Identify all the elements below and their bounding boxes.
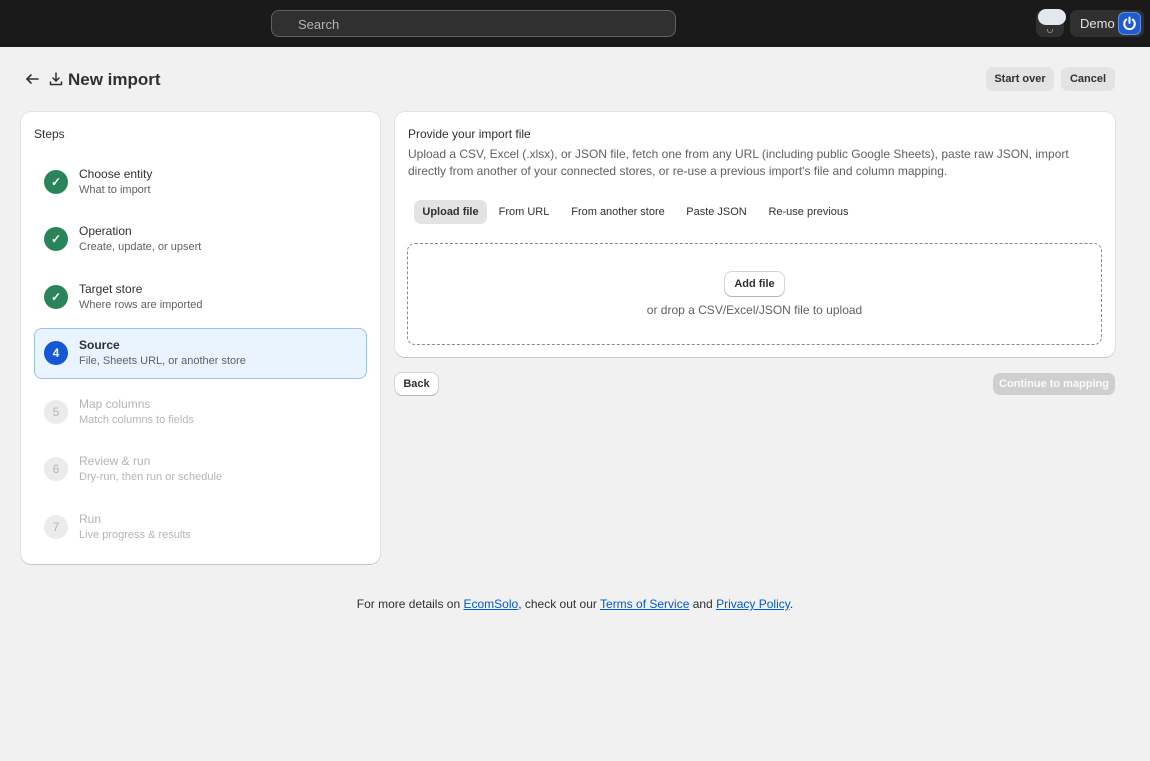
- footer-text: , check out our: [518, 597, 601, 611]
- step-run: 7 Run Live progress & results: [34, 502, 367, 553]
- steps-card: Steps ✓ Choose entity What to import ✓ O…: [21, 112, 380, 564]
- source-description: Upload a CSV, Excel (.xlsx), or JSON fil…: [408, 147, 1069, 178]
- notification-icon: [1038, 9, 1066, 25]
- step-title: Target store: [79, 282, 143, 296]
- terms-of-service-link[interactable]: Terms of Service: [600, 597, 689, 611]
- top-bar: Search Demo: [0, 0, 1150, 47]
- step-number: 5: [44, 400, 68, 424]
- notifications-button[interactable]: [1036, 9, 1066, 37]
- step-title: Map columns: [79, 397, 151, 411]
- checkmark-icon: ✓: [44, 170, 68, 194]
- power-icon: [1123, 16, 1136, 31]
- step-target-store[interactable]: ✓ Target store Where rows are imported: [34, 272, 367, 323]
- step-title: Run: [79, 512, 102, 526]
- step-operation[interactable]: ✓ Operation Create, update, or upsert: [34, 214, 367, 265]
- step-subtitle: Create, update, or upsert: [79, 241, 202, 253]
- tab-re-use-previous[interactable]: Re-use previous: [759, 200, 858, 224]
- step-number: 6: [44, 457, 68, 481]
- account-name: Demo: [1080, 16, 1115, 31]
- drop-hint: or drop a CSV/Excel/JSON file to upload: [646, 303, 863, 317]
- step-title: Operation: [79, 224, 132, 238]
- ecomsolo-link[interactable]: EcomSolo: [463, 597, 518, 611]
- back-button[interactable]: Back: [395, 373, 438, 395]
- checkmark-icon: ✓: [44, 227, 68, 251]
- search-icon: [282, 17, 293, 28]
- search-input[interactable]: Search: [271, 10, 676, 37]
- footer: For more details on EcomSolo, check out …: [0, 597, 1150, 611]
- continue-to-mapping-button[interactable]: Continue to mapping: [993, 373, 1115, 395]
- step-subtitle: Where rows are imported: [79, 299, 203, 311]
- add-file-button[interactable]: Add file: [725, 272, 784, 296]
- cancel-button[interactable]: Cancel: [1061, 67, 1115, 91]
- start-over-button[interactable]: Start over: [986, 67, 1054, 91]
- step-number: 7: [44, 515, 68, 539]
- tab-from-url[interactable]: From URL: [493, 200, 555, 224]
- privacy-policy-link[interactable]: Privacy Policy: [716, 597, 790, 611]
- source-title: Provide your import file: [408, 127, 531, 141]
- step-title: Source: [79, 338, 120, 352]
- source-card: Provide your import file Upload a CSV, E…: [395, 112, 1115, 357]
- bell-icon: [1047, 29, 1053, 33]
- tab-paste-json[interactable]: Paste JSON: [679, 200, 754, 224]
- step-subtitle: What to import: [79, 184, 151, 196]
- step-choose-entity[interactable]: ✓ Choose entity What to import: [34, 157, 367, 208]
- tab-from-another-store[interactable]: From another store: [562, 200, 674, 224]
- step-map-columns: 5 Map columns Match columns to fields: [34, 387, 367, 438]
- tab-upload-file[interactable]: Upload file: [414, 200, 487, 224]
- step-subtitle: Match columns to fields: [79, 414, 194, 426]
- step-title: Choose entity: [79, 167, 153, 181]
- step-source[interactable]: 4 Source File, Sheets URL, or another st…: [34, 328, 367, 379]
- checkmark-icon: ✓: [44, 285, 68, 309]
- account-menu-button[interactable]: Demo: [1070, 10, 1144, 37]
- import-icon: [49, 72, 63, 86]
- avatar: [1118, 12, 1141, 35]
- step-title: Review & run: [79, 454, 151, 468]
- step-subtitle: Live progress & results: [79, 529, 191, 541]
- back-arrow-icon[interactable]: [24, 71, 40, 87]
- page-title: New import: [68, 70, 161, 89]
- file-dropzone[interactable]: Add file or drop a CSV/Excel/JSON file t…: [407, 243, 1102, 345]
- footer-text: For more details on: [356, 597, 464, 611]
- step-subtitle: Dry-run, then run or schedule: [79, 471, 223, 483]
- footer-text: .: [789, 597, 794, 611]
- step-subtitle: File, Sheets URL, or another store: [79, 355, 246, 367]
- step-review-run: 6 Review & run Dry-run, then run or sche…: [34, 444, 367, 495]
- search-placeholder: Search: [298, 17, 340, 32]
- footer-text: and: [689, 597, 717, 611]
- steps-heading: Steps: [34, 127, 65, 141]
- step-number: 4: [44, 341, 68, 365]
